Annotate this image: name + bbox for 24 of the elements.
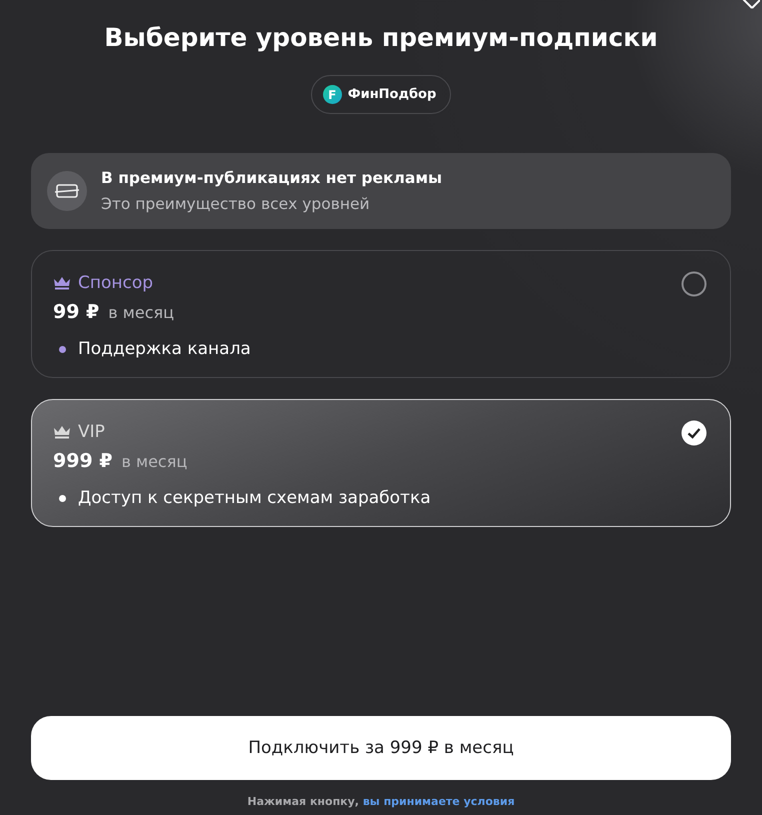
subscribe-button[interactable]: Подключить за 999 ₽ в месяц xyxy=(31,716,731,780)
tier-card[interactable]: Спонсор 99 ₽ в месяц Поддержка канала xyxy=(31,250,731,378)
bullet-dot xyxy=(59,494,66,502)
terms-link[interactable]: вы принимаете условия xyxy=(362,795,515,808)
channel-chip[interactable]: F ФинПодбор xyxy=(310,75,452,114)
tier-card[interactable]: VIP 999 ₽ в месяц Доступ к секретным схемам заработка xyxy=(31,399,731,527)
channel-logo: F xyxy=(322,85,342,104)
tier-price: 99 ₽ xyxy=(53,301,100,323)
radio-button[interactable] xyxy=(681,271,707,297)
info-title: В премиум-публикациях нет рекламы xyxy=(101,169,442,187)
terms-note: Нажимая кнопку, вы принимаете условия xyxy=(246,795,516,808)
no-ads-icon xyxy=(47,171,87,211)
dialog-title: Выберите уровень премиум-подписки xyxy=(103,22,659,54)
price-period: в месяц xyxy=(122,452,188,471)
channel-name: ФинПодбор xyxy=(348,87,436,102)
tier-name: VIP xyxy=(78,422,105,442)
feature-text: Поддержка канала xyxy=(78,339,251,359)
info-subtitle: Это преимущество всех уровней xyxy=(101,195,371,213)
tier-price: 999 ₽ xyxy=(53,450,112,472)
price-period: в месяц xyxy=(108,303,174,322)
check-icon[interactable] xyxy=(681,420,707,446)
feature-text: Доступ к секретным схемам заработка xyxy=(78,488,431,508)
tier-name: Спонсор xyxy=(78,273,154,293)
bullet-dot xyxy=(59,346,66,352)
